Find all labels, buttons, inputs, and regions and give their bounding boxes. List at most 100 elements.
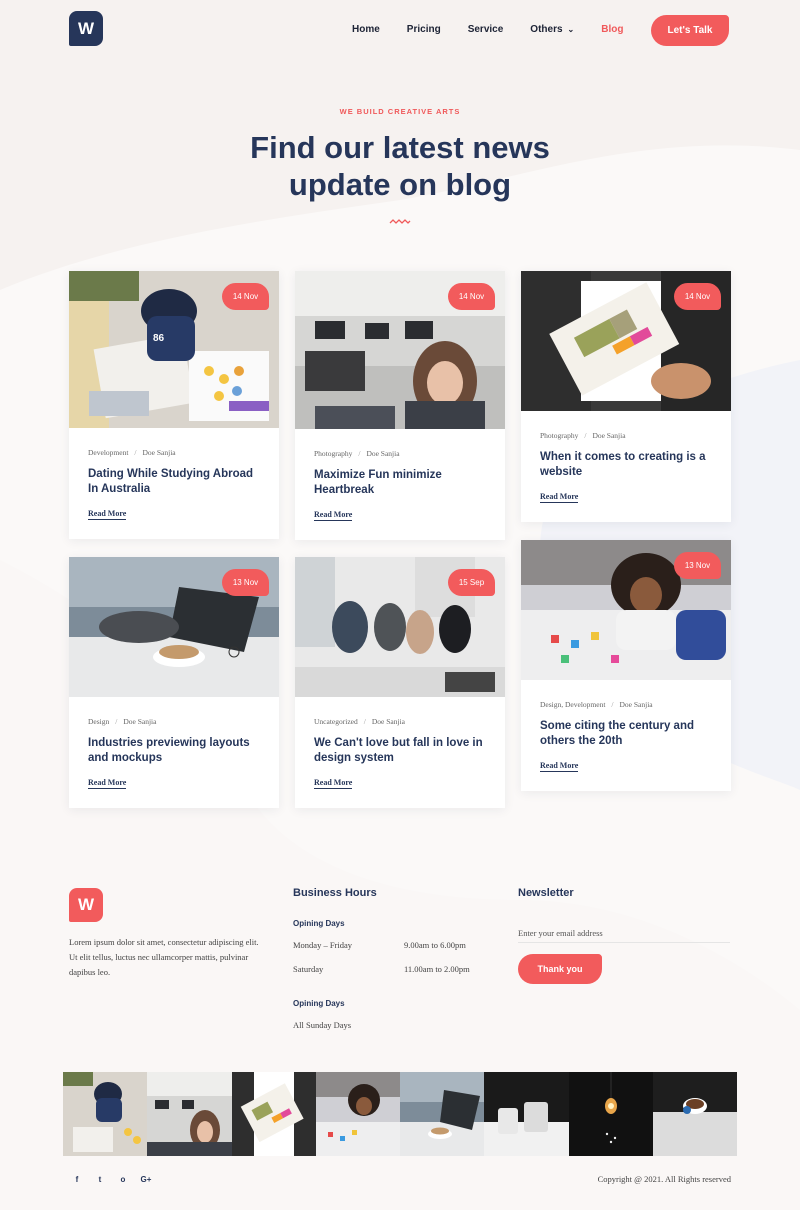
blog-card[interactable]: 14 Nov Photography / Doe Sanjia Maximize F… bbox=[295, 271, 505, 540]
nav-blog[interactable]: Blog bbox=[601, 24, 623, 35]
meta-separator: / bbox=[115, 717, 118, 726]
opening-days-label: Opining Days bbox=[293, 919, 345, 928]
post-category[interactable]: Uncategorized bbox=[314, 717, 358, 726]
date-badge: 13 Nov bbox=[674, 552, 721, 579]
nav-blog-label: Blog bbox=[601, 24, 624, 35]
footer-logo-letter: W bbox=[77, 895, 95, 914]
post-category[interactable]: Photography bbox=[314, 449, 352, 458]
hours-time: 9.00am to 6.00pm bbox=[404, 940, 466, 950]
post-author[interactable]: Doe Sanjia bbox=[143, 448, 176, 457]
meta-separator: / bbox=[134, 448, 137, 457]
post-image-girl-crafts[interactable]: 13 Nov bbox=[521, 540, 731, 680]
date-badge: 14 Nov bbox=[674, 283, 721, 310]
post-image-coffee-laptop[interactable]: 13 Nov bbox=[69, 557, 279, 697]
post-title[interactable]: Some citing the century and others the 2… bbox=[540, 719, 712, 749]
footer-logo[interactable]: W bbox=[69, 888, 103, 922]
post-title[interactable]: Dating While Studying Abroad In Australi… bbox=[88, 467, 260, 497]
twitter-icon[interactable]: t bbox=[95, 1173, 105, 1185]
read-more-link[interactable]: Read More bbox=[540, 761, 579, 772]
lets-talk-label: Let's Talk bbox=[667, 25, 713, 36]
read-more-link[interactable]: Read More bbox=[88, 778, 127, 789]
post-category[interactable]: Design, Development bbox=[540, 700, 605, 709]
nav-home-label: Home bbox=[352, 24, 380, 35]
gallery-image-girl-crafts[interactable] bbox=[315, 1072, 400, 1156]
post-category[interactable]: Development bbox=[88, 448, 128, 457]
read-more-link[interactable]: Read More bbox=[88, 509, 127, 520]
social-links: f t o G+ bbox=[72, 1173, 152, 1185]
read-more-link[interactable]: Read More bbox=[314, 510, 353, 521]
hours-day: Saturday bbox=[293, 964, 324, 974]
hours-day: Monday – Friday bbox=[293, 940, 353, 950]
post-author[interactable]: Doe Sanjia bbox=[123, 717, 156, 726]
post-image-office-students[interactable]: 14 Nov bbox=[295, 271, 505, 429]
nav-home[interactable]: Home bbox=[352, 24, 380, 35]
gallery-image-coffee-hand[interactable] bbox=[652, 1072, 737, 1156]
blog-card[interactable]: 14 Nov Photography / Doe Sanjia When it co… bbox=[521, 271, 731, 522]
post-title[interactable]: Maximize Fun minimize Heartbreak bbox=[314, 468, 486, 498]
nav-service[interactable]: Service bbox=[468, 24, 504, 35]
date-badge: 14 Nov bbox=[222, 283, 269, 310]
blog-card[interactable]: 13 Nov Design, Development / Doe Sanjia So… bbox=[521, 540, 731, 791]
page-title-line-2: update on blog bbox=[288, 167, 512, 202]
nav-pricing[interactable]: Pricing bbox=[407, 24, 441, 35]
copyright-text: Copyright @ 2021. All Rights reserved bbox=[597, 1174, 731, 1184]
post-category[interactable]: Photography bbox=[540, 431, 578, 440]
post-author[interactable]: Doe Sanjia bbox=[366, 449, 399, 458]
date-badge: 13 Nov bbox=[222, 569, 269, 596]
gallery-image-lamp-dark[interactable] bbox=[568, 1072, 653, 1156]
meta-separator: / bbox=[363, 717, 366, 726]
blog-card[interactable]: 15 Sep Uncategorized / Doe Sanjia We Can't… bbox=[295, 557, 505, 808]
newsletter-submit-button[interactable]: Thank you bbox=[518, 954, 602, 984]
post-title[interactable]: When it comes to creating is a website bbox=[540, 450, 712, 480]
post-author[interactable]: Doe Sanjia bbox=[372, 717, 405, 726]
business-hours-heading: Business Hours bbox=[293, 887, 377, 899]
gallery-image-color-swatches[interactable] bbox=[231, 1072, 316, 1156]
post-title[interactable]: Industries previewing layouts and mockup… bbox=[88, 736, 260, 766]
read-more-link[interactable]: Read More bbox=[314, 778, 353, 789]
google-plus-icon[interactable]: G+ bbox=[141, 1173, 152, 1185]
page-title: Find our latest news update on blog bbox=[0, 129, 800, 203]
svg-text:86: 86 bbox=[153, 333, 165, 344]
chevron-down-icon: ⌄ bbox=[567, 25, 575, 34]
post-image-kid-drawing[interactable]: 86 14 Nov bbox=[69, 271, 279, 428]
facebook-icon[interactable]: f bbox=[72, 1173, 82, 1185]
nav-service-label: Service bbox=[467, 24, 504, 35]
lets-talk-button[interactable]: Let's Talk bbox=[651, 15, 729, 46]
instagram-icon[interactable]: o bbox=[118, 1173, 128, 1185]
nav-others-label: Others bbox=[530, 24, 563, 35]
footer-about-text: Lorem ipsum dolor sit amet, consectetur … bbox=[69, 937, 259, 977]
page-title-line-1: Find our latest news bbox=[250, 130, 550, 165]
newsletter-heading: Newsletter bbox=[518, 887, 574, 899]
blog-card[interactable]: 13 Nov Design / Doe Sanjia Industries prev… bbox=[69, 557, 279, 808]
gallery-image-kid-drawing[interactable] bbox=[63, 1072, 148, 1156]
post-category[interactable]: Design bbox=[88, 717, 109, 726]
nav-others[interactable]: Others ⌄ bbox=[530, 24, 574, 35]
read-more-link[interactable]: Read More bbox=[540, 492, 579, 503]
site-logo[interactable]: W bbox=[69, 11, 103, 46]
footer-gallery bbox=[63, 1072, 737, 1156]
meta-separator: / bbox=[611, 700, 614, 709]
date-badge: 15 Sep bbox=[448, 569, 495, 596]
post-image-color-swatches[interactable]: 14 Nov bbox=[521, 271, 731, 411]
newsletter-email-input[interactable] bbox=[518, 923, 730, 943]
gallery-image-coffee-laptop[interactable] bbox=[400, 1072, 485, 1156]
date-badge: 14 Nov bbox=[448, 283, 495, 310]
newsletter-submit-label: Thank you bbox=[537, 964, 583, 974]
logo-letter: W bbox=[77, 18, 95, 38]
post-image-team-meeting[interactable]: 15 Sep bbox=[295, 557, 505, 697]
gallery-image-cups-dark[interactable] bbox=[484, 1072, 569, 1156]
squiggle-divider-icon bbox=[389, 219, 411, 224]
post-author[interactable]: Doe Sanjia bbox=[592, 431, 625, 440]
meta-separator: / bbox=[584, 431, 587, 440]
hero-eyebrow: WE BUILD CREATIVE ARTS bbox=[339, 107, 461, 116]
closed-days-label: Opining Days bbox=[293, 999, 345, 1008]
post-title[interactable]: We Can't love but fall in love in design… bbox=[314, 736, 486, 766]
post-author[interactable]: Doe Sanjia bbox=[620, 700, 653, 709]
meta-separator: / bbox=[358, 449, 361, 458]
hours-time: 11.00am to 2.00pm bbox=[404, 964, 470, 974]
blog-card[interactable]: 86 14 Nov Development / Doe Sanjia Dating … bbox=[69, 271, 279, 539]
main-nav: Home Pricing Service Others ⌄ Blog bbox=[352, 24, 650, 35]
nav-pricing-label: Pricing bbox=[406, 24, 441, 35]
closed-days-text: All Sunday Days bbox=[293, 1020, 352, 1030]
gallery-image-office-students[interactable] bbox=[147, 1072, 232, 1156]
